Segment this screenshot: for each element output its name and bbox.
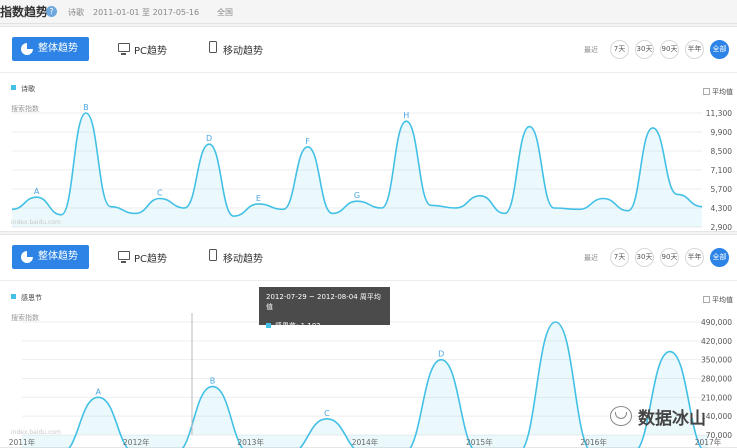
range-90d-button[interactable]: 90天 [660, 248, 679, 267]
event-marker: D [206, 134, 212, 143]
event-marker: A [34, 187, 40, 196]
pc-trend-tab[interactable]: PC趋势 [118, 250, 167, 265]
y-tick-label: 7,100 [711, 166, 733, 175]
event-marker: D [438, 350, 444, 359]
y-tick-label: 420,000 [701, 337, 732, 346]
chart-watermark: index.baidu.com [11, 429, 61, 436]
range-all-button[interactable]: 全部 [710, 40, 729, 59]
average-checkbox[interactable] [703, 88, 710, 95]
keyword-label: 诗歌 [68, 8, 84, 17]
brand-watermark: 数据冰山 [610, 403, 732, 431]
top-bar: 指数趋势 ? 诗歌 2011-01-01 至 2017-05-16 全国 [0, 0, 737, 24]
range-half-year-button[interactable]: 半年 [685, 40, 704, 59]
tooltip-series: 感恩节 [275, 322, 296, 330]
mobile-trend-tab[interactable]: 移动趋势 [207, 249, 263, 265]
x-tick-label: 2016年 [580, 437, 607, 447]
range-7d-button[interactable]: 7天 [610, 40, 629, 59]
tooltip-row: 感恩节: 1,102 [266, 321, 383, 331]
x-tick-label: 2014年 [352, 437, 379, 447]
range-label: 最近 [584, 254, 598, 262]
average-label: 平均值 [712, 88, 733, 96]
trend-tabs: 整体趋势 PC趋势 移动趋势 最近 7天 30天 90天 半年 全部 [0, 235, 737, 281]
pc-trend-label: PC趋势 [134, 254, 168, 265]
pc-trend-tab[interactable]: PC趋势 [118, 42, 167, 57]
tooltip-swatch [266, 323, 271, 328]
y-tick-label: 280,000 [701, 375, 732, 384]
legend: 感恩节 [11, 293, 42, 303]
overall-trend-button[interactable]: 整体趋势 [12, 37, 89, 61]
range-label: 最近 [584, 46, 598, 54]
range-30d-button[interactable]: 30天 [635, 40, 654, 59]
event-marker: H [403, 111, 409, 120]
mobile-icon [209, 41, 217, 53]
event-marker: B [83, 103, 89, 112]
date-range-label: 2011-01-01 至 2017-05-16 [93, 8, 200, 17]
y-tick-label: 11,300 [706, 109, 732, 118]
help-icon[interactable]: ? [46, 6, 57, 17]
y-tick-label: 2,900 [711, 223, 733, 232]
average-toggle[interactable]: 平均值 [703, 87, 733, 97]
brand-name: 数据冰山 [638, 409, 706, 429]
range-all-button[interactable]: 全部 [710, 248, 729, 267]
overall-trend-label: 整体趋势 [38, 43, 78, 54]
x-tick-label: 2011年 [9, 437, 36, 447]
trend-chart-poetry: 11,300 9,900 8,500 7,100 5,700 4,300 2,900 A B C D… [11, 103, 733, 232]
pie-chart-icon [21, 251, 33, 263]
trend-tabs: 整体趋势 PC趋势 移动趋势 最近 7天 30天 90天 半年 全部 [0, 27, 737, 73]
monitor-icon [118, 43, 130, 55]
event-marker: C [324, 409, 330, 418]
pie-chart-icon [21, 43, 33, 55]
y-tick-label: 350,000 [701, 356, 732, 365]
average-toggle[interactable]: 平均值 [703, 295, 733, 305]
range-half-year-button[interactable]: 半年 [685, 248, 704, 267]
legend-label: 诗歌 [21, 85, 35, 93]
trend-panel-poetry: 整体趋势 PC趋势 移动趋势 最近 7天 30天 90天 半年 全部 诗歌 平均… [0, 26, 737, 232]
y-tick-label: 9,900 [711, 128, 733, 137]
mobile-icon [209, 249, 217, 261]
range-90d-button[interactable]: 90天 [660, 40, 679, 59]
chart-watermark: index.baidu.com [11, 219, 61, 226]
tooltip-title: 2012-07-29 ~ 2012-08-04 周平均值 [266, 293, 381, 311]
range-7d-button[interactable]: 7天 [610, 248, 629, 267]
mobile-trend-label: 移动趋势 [223, 254, 263, 265]
event-marker: G [354, 191, 360, 200]
legend-label: 感恩节 [21, 294, 42, 302]
legend-swatch [11, 85, 16, 90]
average-label: 平均值 [712, 296, 733, 304]
wechat-icon [610, 406, 632, 426]
y-tick-label: 5,700 [711, 185, 733, 194]
event-marker: A [95, 387, 101, 396]
event-marker: C [157, 189, 163, 198]
x-tick-label: 2012年 [123, 437, 150, 447]
overall-trend-button[interactable]: 整体趋势 [12, 245, 89, 269]
range-30d-button[interactable]: 30天 [635, 248, 654, 267]
y-tick-label: 8,500 [711, 147, 733, 156]
legend: 诗歌 [11, 84, 35, 94]
mobile-trend-label: 移动趋势 [223, 46, 263, 57]
event-marker: B [210, 377, 216, 386]
average-checkbox[interactable] [703, 296, 710, 303]
mobile-trend-tab[interactable]: 移动趋势 [207, 41, 263, 57]
page-title: 指数趋势 [0, 5, 49, 19]
y-tick-label: 210,000 [701, 393, 732, 402]
y-tick-label: 4,300 [711, 204, 733, 213]
x-tick-label: 2015年 [466, 437, 493, 447]
event-marker: F [305, 137, 310, 146]
y-tick-label: 490,000 [701, 318, 732, 327]
overall-trend-label: 整体趋势 [38, 251, 78, 262]
pc-trend-label: PC趋势 [134, 46, 168, 57]
monitor-icon [118, 251, 130, 263]
x-tick-label: 2013年 [237, 437, 264, 447]
region-label: 全国 [217, 8, 233, 17]
legend-swatch [11, 294, 16, 299]
tooltip-value: 1,102 [300, 322, 321, 330]
event-marker: E [256, 194, 261, 203]
chart-tooltip: 2012-07-29 ~ 2012-08-04 周平均值 感恩节: 1,102 [259, 287, 390, 330]
x-tick-label: 2017年 [695, 437, 722, 447]
